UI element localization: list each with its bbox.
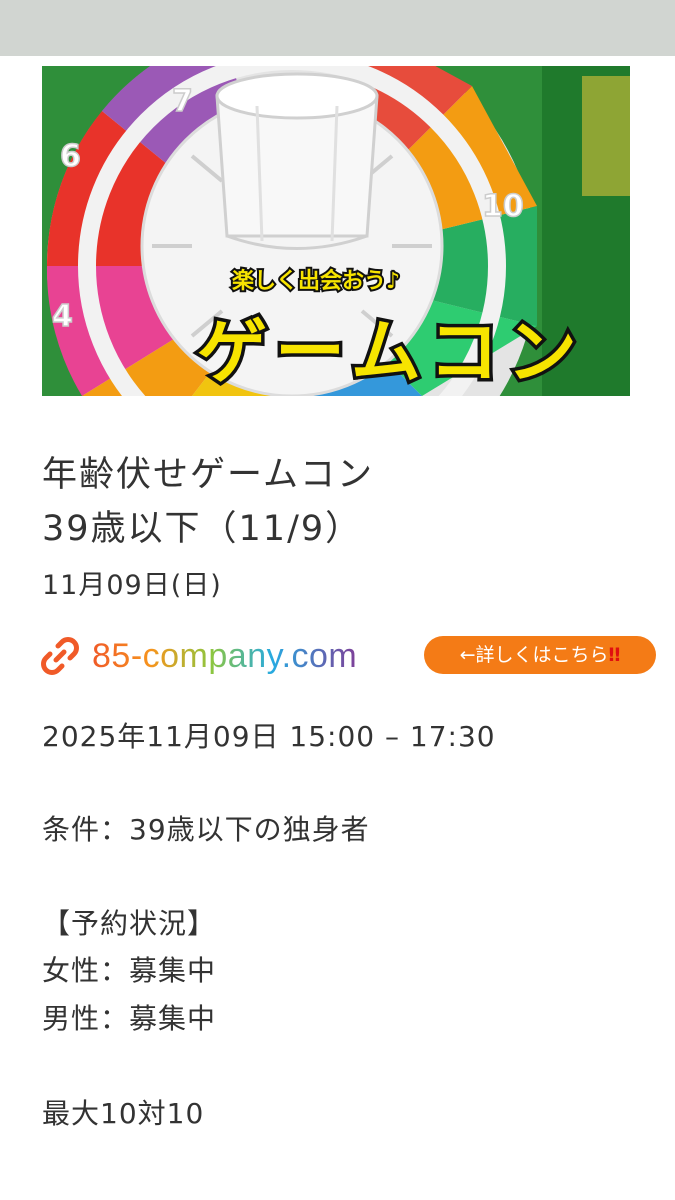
event-condition: 条件：39歳以下の独身者 — [42, 813, 370, 846]
svg-text:4: 4 — [52, 299, 73, 334]
details-button[interactable]: ←詳しくはこちら‼ — [424, 636, 656, 674]
event-title-line2: 39歳以下（11/9） — [42, 509, 363, 549]
details-button-label: ←詳しくはこちら — [459, 644, 609, 666]
svg-text:7: 7 — [172, 84, 193, 119]
event-title-line1: 年齢伏せゲームコン — [42, 455, 374, 495]
site-domain-link[interactable]: 85-company.com — [92, 632, 357, 680]
hero-big-title: ゲームコン — [197, 311, 585, 393]
event-datetime: 2025年11月09日 15:00 – 17:30 — [42, 720, 496, 753]
male-status: 男性：募集中 — [42, 1002, 217, 1035]
event-link-row: 85-company.com ←詳しくはこちら‼ — [38, 630, 668, 684]
svg-text:6: 6 — [60, 139, 81, 174]
event-capacity: 最大10対10 — [42, 1097, 205, 1130]
link-icon — [41, 637, 79, 675]
event-hero-image[interactable]: 6 7 10 4 楽しく出会おう♪ ゲームコン — [42, 66, 630, 396]
event-date: 11月09日(日) — [42, 570, 222, 601]
top-bar — [0, 0, 675, 56]
event-title: 年齢伏せゲームコン 39歳以下（11/9） — [42, 448, 642, 556]
hero-catch-copy: 楽しく出会おう♪ — [232, 268, 400, 294]
reservation-status-heading: 【予約状況】 — [42, 907, 217, 940]
double-exclamation-icon: ‼ — [608, 644, 621, 666]
svg-text:10: 10 — [482, 189, 524, 224]
female-status: 女性：募集中 — [42, 954, 217, 987]
